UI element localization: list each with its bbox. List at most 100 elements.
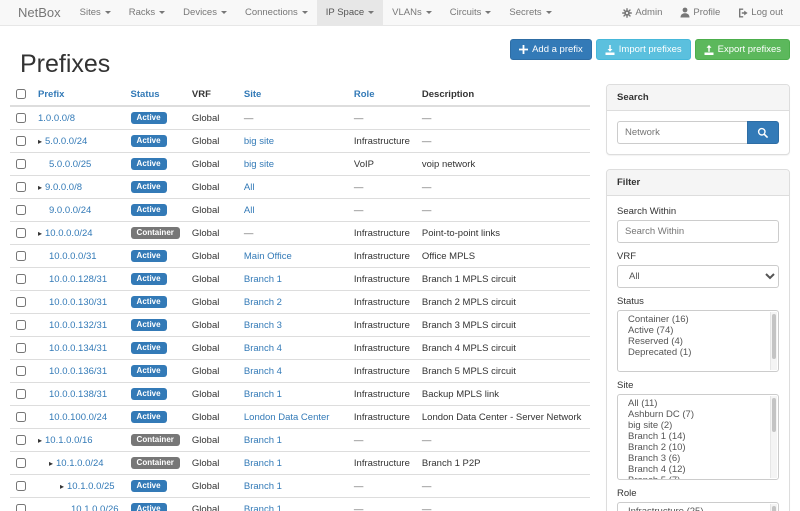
prefix-link[interactable]: 9.0.0.0/8	[45, 182, 82, 193]
prefix-link[interactable]: 10.0.0.130/31	[49, 297, 107, 308]
listbox-option[interactable]: Branch 5 (7)	[618, 475, 778, 480]
column-header-prefix[interactable]: Prefix	[32, 84, 125, 106]
site-link[interactable]: All	[244, 205, 255, 216]
row-checkbox[interactable]	[16, 389, 26, 399]
scrollbar[interactable]	[770, 396, 777, 478]
listbox-option[interactable]: Reserved (4)	[618, 336, 778, 347]
nav-item-connections[interactable]: Connections	[236, 0, 317, 25]
site-link[interactable]: All	[244, 182, 255, 193]
prefix-link[interactable]: 10.1.0.0/16	[45, 435, 93, 446]
expand-arrow-icon: ▸	[38, 137, 42, 146]
site-link[interactable]: Branch 1	[244, 389, 282, 400]
scrollbar[interactable]	[770, 312, 777, 370]
prefix-link[interactable]: 10.1.0.0/24	[56, 458, 104, 469]
row-checkbox[interactable]	[16, 113, 26, 123]
column-header-status[interactable]: Status	[125, 84, 186, 106]
row-checkbox[interactable]	[16, 366, 26, 376]
nav-item-admin[interactable]: Admin	[613, 0, 671, 25]
vrf-select[interactable]: All	[617, 265, 779, 288]
listbox-option[interactable]: Branch 2 (10)	[618, 442, 778, 453]
site-link[interactable]: Branch 1	[244, 435, 282, 446]
row-checkbox[interactable]	[16, 504, 26, 511]
vrf-value: Global	[186, 475, 238, 498]
row-checkbox[interactable]	[16, 251, 26, 261]
search-within-input[interactable]	[617, 220, 779, 243]
site-link[interactable]: Branch 1	[244, 481, 282, 492]
prefix-link[interactable]: 10.1.0.0/26	[71, 504, 119, 511]
prefix-link[interactable]: 10.1.0.0/25	[67, 481, 115, 492]
prefix-link[interactable]: 10.0.0.134/31	[49, 343, 107, 354]
row-checkbox[interactable]	[16, 458, 26, 468]
nav-item-racks[interactable]: Racks	[120, 0, 174, 25]
prefix-link[interactable]: 10.0.0.132/31	[49, 320, 107, 331]
row-checkbox[interactable]	[16, 182, 26, 192]
prefix-link[interactable]: 10.0.100.0/24	[49, 412, 107, 423]
nav-item-logout[interactable]: Log out	[729, 0, 792, 25]
row-checkbox[interactable]	[16, 297, 26, 307]
row-checkbox[interactable]	[16, 320, 26, 330]
site-link[interactable]: Branch 2	[244, 297, 282, 308]
search-input[interactable]	[617, 121, 747, 144]
import-prefixes-button[interactable]: Import prefixes	[596, 39, 691, 60]
listbox-option[interactable]: Active (74)	[618, 325, 778, 336]
row-checkbox[interactable]	[16, 274, 26, 284]
site-link[interactable]: big site	[244, 136, 274, 147]
site-link[interactable]: big site	[244, 159, 274, 170]
site-link[interactable]: Branch 3	[244, 320, 282, 331]
column-header-role[interactable]: Role	[348, 84, 416, 106]
site-link[interactable]: Main Office	[244, 251, 292, 262]
site-link[interactable]: Branch 1	[244, 504, 282, 511]
site-link[interactable]: Branch 4	[244, 343, 282, 354]
row-checkbox[interactable]	[16, 228, 26, 238]
prefix-link[interactable]: 10.0.0.138/31	[49, 389, 107, 400]
nav-item-secrets[interactable]: Secrets	[500, 0, 560, 25]
prefix-link[interactable]: 10.0.0.136/31	[49, 366, 107, 377]
listbox-option[interactable]: All (11)	[618, 398, 778, 409]
listbox-option[interactable]: Container (16)	[618, 314, 778, 325]
row-checkbox[interactable]	[16, 412, 26, 422]
listbox-option[interactable]: Branch 3 (6)	[618, 453, 778, 464]
nav-item-devices[interactable]: Devices	[174, 0, 236, 25]
nav-item-sites[interactable]: Sites	[71, 0, 120, 25]
row-checkbox[interactable]	[16, 481, 26, 491]
column-header-site[interactable]: Site	[238, 84, 348, 106]
add-prefix-button[interactable]: Add a prefix	[510, 39, 592, 60]
nav-item-profile[interactable]: Profile	[671, 0, 729, 25]
row-checkbox[interactable]	[16, 159, 26, 169]
search-panel: Search	[606, 84, 790, 155]
status-badge: Active	[131, 503, 167, 511]
nav-item-ip-space[interactable]: IP Space	[317, 0, 383, 25]
status-listbox[interactable]: Container (16)Active (74)Reserved (4)Dep…	[617, 310, 779, 372]
prefix-link[interactable]: 1.0.0.0/8	[38, 113, 75, 124]
site-link[interactable]: Branch 1	[244, 274, 282, 285]
prefix-link[interactable]: 9.0.0.0/24	[49, 205, 91, 216]
prefix-link[interactable]: 10.0.0.128/31	[49, 274, 107, 285]
row-checkbox[interactable]	[16, 435, 26, 445]
export-prefixes-button[interactable]: Export prefixes	[695, 39, 790, 60]
nav-item-vlans[interactable]: VLANs	[383, 0, 441, 25]
role-listbox[interactable]: Infrastructure (25)Management (8)Private…	[617, 502, 779, 511]
nav-item-circuits[interactable]: Circuits	[441, 0, 501, 25]
listbox-option[interactable]: Ashburn DC (7)	[618, 409, 778, 420]
row-checkbox[interactable]	[16, 205, 26, 215]
site-link[interactable]: Branch 4	[244, 366, 282, 377]
site-link[interactable]: Branch 1	[244, 458, 282, 469]
prefix-link[interactable]: 10.0.0.0/31	[49, 251, 97, 262]
listbox-option[interactable]: Branch 4 (12)	[618, 464, 778, 475]
prefix-link[interactable]: 5.0.0.0/25	[49, 159, 91, 170]
brand[interactable]: NetBox	[8, 0, 71, 25]
listbox-option[interactable]: Deprecated (1)	[618, 347, 778, 358]
listbox-option[interactable]: Infrastructure (25)	[618, 506, 778, 511]
listbox-option[interactable]: big site (2)	[618, 420, 778, 431]
prefix-link[interactable]: 5.0.0.0/24	[45, 136, 87, 147]
scrollbar[interactable]	[770, 504, 777, 511]
row-checkbox[interactable]	[16, 343, 26, 353]
listbox-option[interactable]: Branch 1 (14)	[618, 431, 778, 442]
prefix-link[interactable]: 10.0.0.0/24	[45, 228, 93, 239]
site-listbox[interactable]: All (11)Ashburn DC (7)big site (2)Branch…	[617, 394, 779, 480]
select-all-checkbox[interactable]	[16, 89, 26, 99]
search-button[interactable]	[747, 121, 779, 144]
table-row: ▸9.0.0.0/8 Active Global All — —	[10, 176, 590, 199]
row-checkbox[interactable]	[16, 136, 26, 146]
site-link[interactable]: London Data Center	[244, 412, 330, 423]
